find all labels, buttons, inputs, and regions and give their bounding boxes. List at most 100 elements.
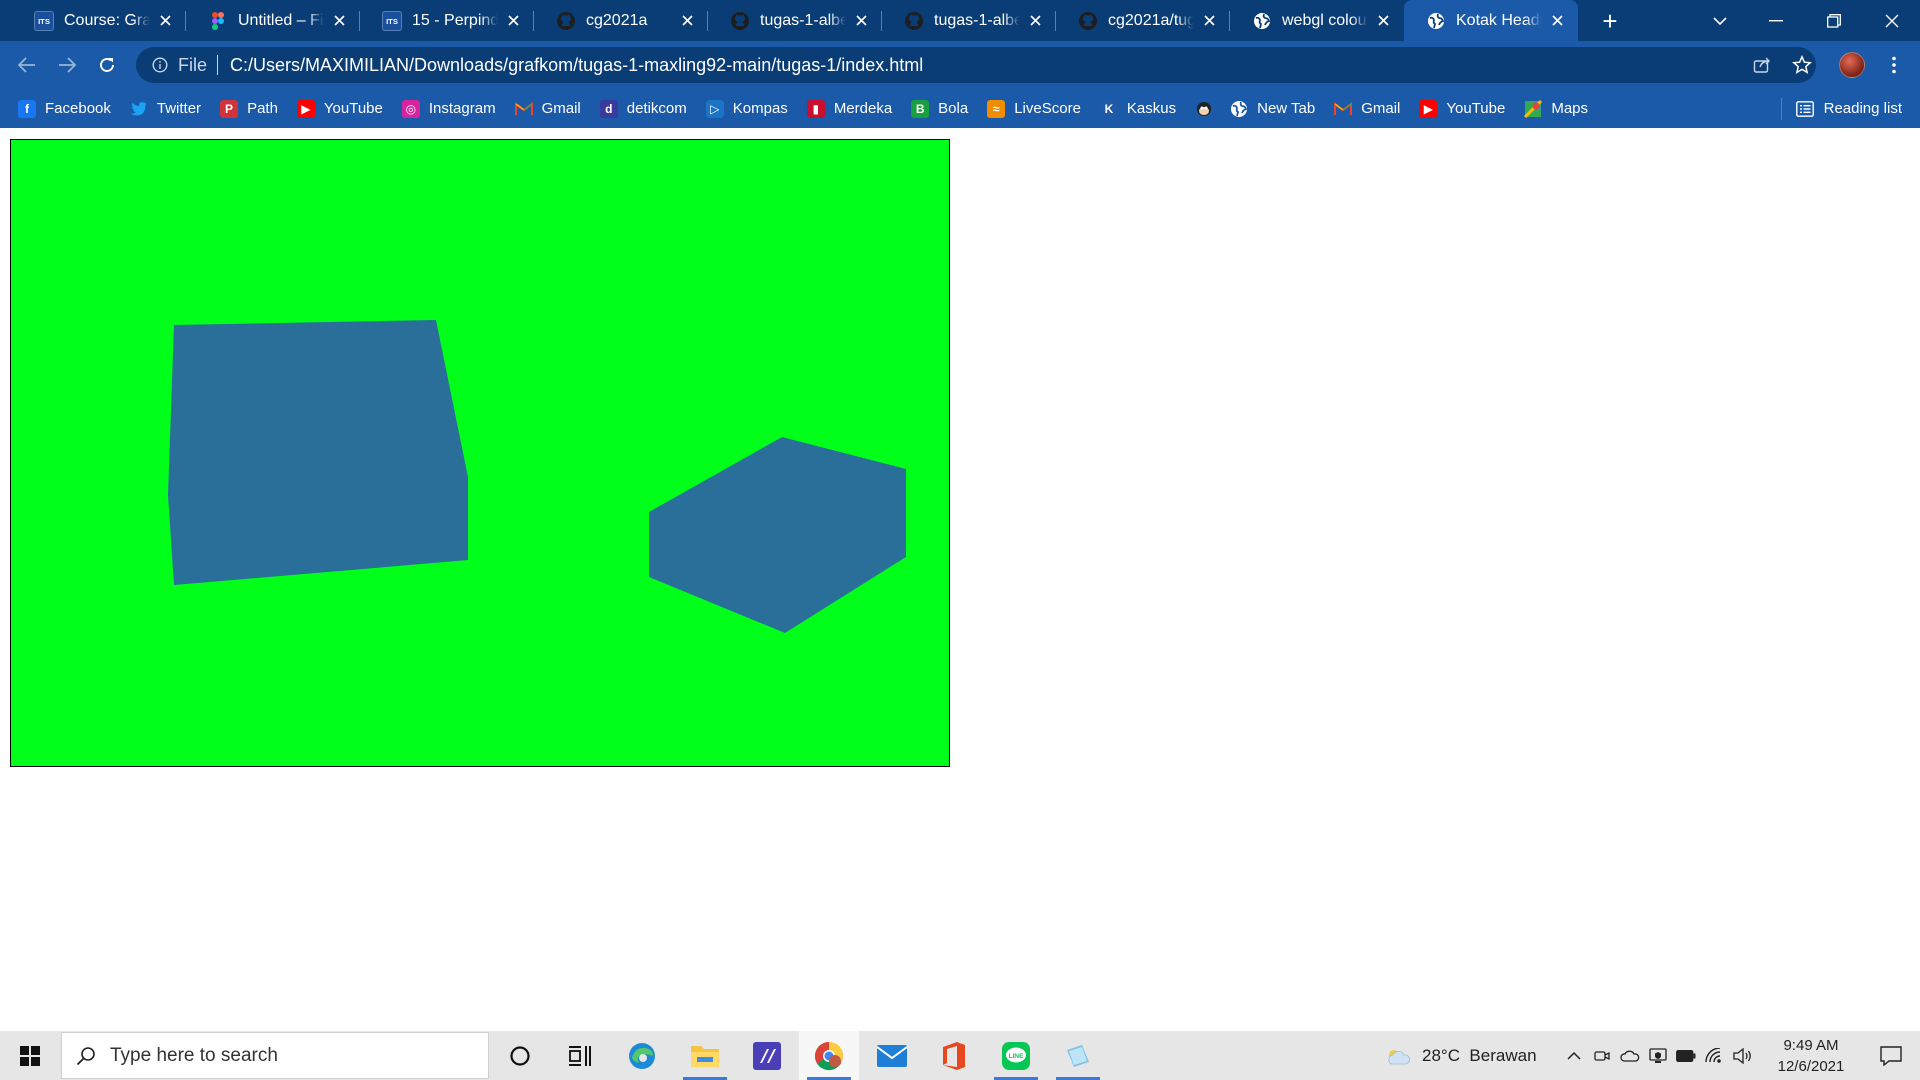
profile-avatar[interactable] [1836, 49, 1868, 81]
file-explorer-icon[interactable] [675, 1031, 735, 1080]
merdeka-icon: ▮ [806, 99, 825, 118]
hexagon-shape [649, 437, 906, 633]
clock-date: 12/6/2021 [1777, 1058, 1845, 1075]
bookmark-merdeka[interactable]: ▮ Merdeka [806, 94, 902, 124]
bookmark-livescore[interactable]: ≈ LiveScore [987, 94, 1091, 124]
tab-3[interactable]: ITS 15 - Perpindahan [360, 0, 534, 41]
gmail-icon [1334, 100, 1353, 118]
visual-studio-icon[interactable] [737, 1031, 797, 1080]
bookmark-label: New Tab [1257, 100, 1316, 117]
bookmark-kompas[interactable]: ▷ Kompas [705, 94, 798, 124]
tab-close-icon[interactable] [678, 12, 696, 30]
bookmark-bola[interactable]: B Bola [911, 94, 978, 124]
its-logo-icon: ITS [34, 10, 54, 31]
cortana-icon[interactable] [490, 1031, 550, 1080]
back-button[interactable] [11, 49, 43, 81]
clock[interactable]: 9:49 AM 12/6/2021 [1765, 1035, 1857, 1077]
bookmark-twitter[interactable]: Twitter [130, 94, 211, 124]
tab-9[interactable]: Kotak Headphone [1404, 0, 1578, 41]
new-tab-button[interactable]: + [1597, 8, 1623, 34]
close-window-button[interactable] [1864, 0, 1920, 41]
edge-icon[interactable] [612, 1031, 672, 1080]
tab-title: Untitled – Figma [238, 11, 324, 29]
bookmark-label: Instagram [428, 100, 496, 117]
tab-close-icon[interactable] [156, 12, 174, 30]
tab-8[interactable]: webgl colour [1230, 0, 1404, 41]
bookmarks-bar: f Facebook Twitter P Path ▶ YouTube ◎ Instagram G… [0, 89, 1920, 128]
share-icon[interactable] [1746, 49, 1778, 81]
instagram-icon: ◎ [401, 99, 420, 118]
onedrive-cloud-icon[interactable] [1618, 1031, 1642, 1080]
minimize-button[interactable] [1748, 0, 1804, 41]
kompas-icon: ▷ [705, 99, 724, 118]
show-hidden-icons-chevron-icon[interactable] [1562, 1031, 1586, 1080]
bookmark-gmail[interactable]: Gmail [1334, 94, 1410, 124]
github-icon [1078, 11, 1098, 31]
avatar [1839, 52, 1865, 78]
bookmark-label: Gmail [1361, 100, 1401, 117]
bookmark-instagram[interactable]: ◎ Instagram [401, 94, 506, 124]
clock-time: 9:49 AM [1783, 1037, 1839, 1054]
tab-5[interactable]: tugas-1-albert [708, 0, 882, 41]
bookmark-youtube[interactable]: ▶ YouTube [296, 94, 393, 124]
tab-2[interactable]: Untitled – Figma [186, 0, 360, 41]
notepad-icon[interactable] [1048, 1031, 1108, 1080]
chrome-icon[interactable] [799, 1031, 859, 1080]
webgl-canvas[interactable] [10, 139, 950, 767]
url-text[interactable]: C:/Users/MAXIMILIAN/Downloads/grafkom/tu… [230, 55, 923, 76]
tab-strip: ITS Course: Grafika Komputer Untitled – Fi… [0, 0, 1920, 41]
restore-button[interactable] [1806, 0, 1862, 41]
github-icon [904, 11, 924, 31]
forward-button[interactable] [51, 49, 83, 81]
reading-list-button[interactable]: Reading list [1780, 89, 1902, 128]
info-icon[interactable] [150, 55, 170, 75]
livescore-icon: ≈ [987, 99, 1006, 118]
tab-close-icon[interactable] [852, 12, 870, 30]
tab-close-icon[interactable] [504, 12, 522, 30]
bookmark-star-icon[interactable] [1786, 49, 1818, 81]
tab-close-icon[interactable] [330, 12, 348, 30]
mail-icon[interactable] [862, 1031, 922, 1080]
svg-text:LINE: LINE [1009, 1053, 1024, 1060]
bookmark-new-tab[interactable]: New Tab [1230, 94, 1325, 124]
bookmark-kaskus[interactable]: K Kaskus [1099, 94, 1186, 124]
task-view-icon[interactable] [550, 1031, 610, 1080]
tab-1[interactable]: ITS Course: Grafika Komputer [12, 0, 186, 41]
tab-close-icon[interactable] [1026, 12, 1044, 30]
tab-title: 15 - Perpindahan [412, 11, 498, 29]
tab-close-icon[interactable] [1200, 12, 1218, 30]
tab-6[interactable]: tugas-1-albert [882, 0, 1056, 41]
tab-7[interactable]: cg2021a/tugas [1056, 0, 1230, 41]
tab-close-icon[interactable] [1374, 12, 1392, 30]
reload-button[interactable] [91, 49, 123, 81]
office-icon[interactable] [924, 1031, 984, 1080]
taskbar-search-box[interactable]: Type here to search [61, 1032, 489, 1079]
bookmark-gmail[interactable]: Gmail [514, 94, 591, 124]
wifi-icon[interactable] [1702, 1031, 1726, 1080]
search-placeholder: Type here to search [110, 1044, 278, 1066]
tab-title: cg2021a/tugas [1108, 11, 1194, 29]
bookmark-youtube[interactable]: ▶ YouTube [1419, 94, 1515, 124]
bookmark-facebook[interactable]: f Facebook [18, 94, 121, 124]
tab-4[interactable]: cg2021a [534, 0, 708, 41]
address-bar[interactable]: File C:/Users/MAXIMILIAN/Downloads/grafk… [136, 47, 1816, 83]
meet-now-icon[interactable] [1590, 1031, 1614, 1080]
tab-close-icon[interactable] [1548, 12, 1566, 30]
bookmark-unnamed[interactable] [1195, 94, 1221, 124]
battery-icon[interactable] [1674, 1031, 1698, 1080]
bookmark-detikcom[interactable]: d detikcom [599, 94, 697, 124]
bookmark-label: Bola [938, 100, 969, 117]
volume-icon[interactable] [1730, 1031, 1756, 1080]
kaskus-icon: K [1099, 99, 1118, 118]
more-menu-icon[interactable] [1878, 49, 1910, 81]
bookmark-label: Kaskus [1126, 100, 1177, 117]
line-app-icon[interactable]: LINE [986, 1031, 1046, 1080]
bookmark-maps[interactable]: Maps [1524, 94, 1598, 124]
security-icon[interactable] [1646, 1031, 1670, 1080]
start-button[interactable] [0, 1031, 60, 1080]
bookmark-path[interactable]: P Path [220, 94, 288, 124]
notification-center-icon[interactable] [1862, 1031, 1920, 1080]
svg-text:ITS: ITS [38, 17, 50, 26]
facebook-icon: f [18, 99, 36, 118]
tab-search-chevron-icon[interactable] [1692, 0, 1748, 41]
